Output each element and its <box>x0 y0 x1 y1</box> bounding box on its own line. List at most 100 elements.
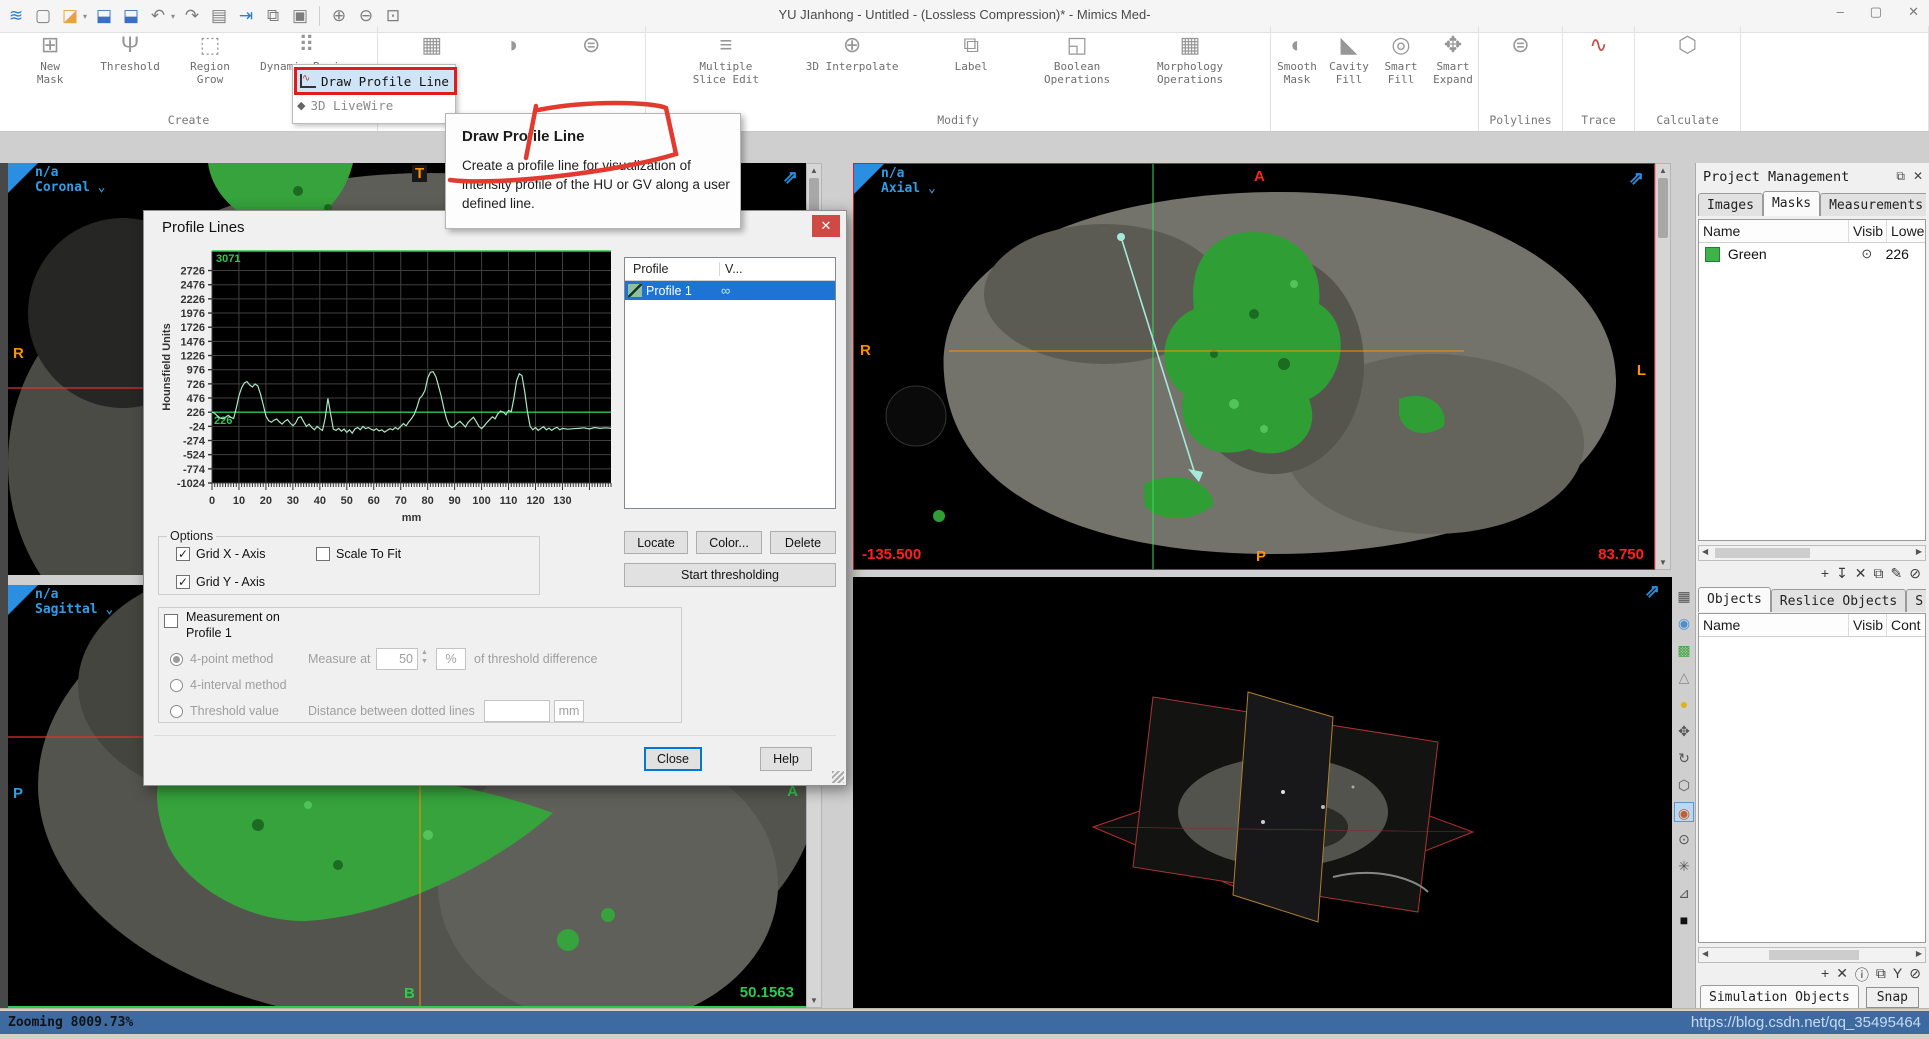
highlight-sphere-icon[interactable]: ● <box>1674 694 1694 714</box>
popout-view-icon[interactable]: ⇗ <box>1645 581 1660 602</box>
label-tool[interactable]: ⧉Label <box>945 30 997 73</box>
3d-interpolate[interactable]: ⊕3D Interpolate <box>806 30 899 73</box>
shaded-sphere-icon[interactable]: ◉ <box>1674 802 1694 822</box>
axial-scrollbar[interactable]: ▲ ▼ <box>1655 163 1671 570</box>
delete-object-icon[interactable]: ✕ <box>1836 965 1848 985</box>
calculate-3d[interactable]: ⬡ <box>1662 30 1714 60</box>
grid-x-checkbox[interactable]: ✓ <box>176 547 190 561</box>
dialog-close-button[interactable]: ✕ <box>812 215 840 237</box>
four-interval-radio[interactable] <box>170 679 183 692</box>
maximize-button[interactable]: ▢ <box>1870 4 1882 20</box>
pan-tool-icon[interactable]: ✥ <box>1674 721 1694 741</box>
snap-button[interactable]: Snap <box>1866 987 1919 1008</box>
locate-button[interactable]: Locate <box>624 531 688 554</box>
copy-icon[interactable]: ⧉ <box>263 6 283 26</box>
threshold-value-radio[interactable] <box>170 705 183 718</box>
tab-measurements[interactable]: Measurements <box>1820 193 1926 216</box>
scroll-right-icon[interactable]: ▶ <box>1916 547 1922 556</box>
polylines-tools[interactable]: ⊜ <box>1495 30 1547 60</box>
smooth-mask[interactable]: ◐Smooth Mask <box>1271 30 1323 86</box>
edit-mask-icon[interactable]: ✎ <box>1891 565 1903 582</box>
multi-edit[interactable]: ⊜ <box>565 30 617 60</box>
menu-item-draw-profile-line[interactable]: ∿ Draw Profile Line <box>294 67 457 95</box>
scrollbar-thumb[interactable] <box>1715 548 1810 558</box>
delete-button[interactable]: Delete <box>770 531 836 554</box>
dropdown-arrow-icon[interactable]: ▾ <box>83 12 87 21</box>
info-icon[interactable]: ⓘ <box>1855 965 1869 985</box>
coronal-view-label[interactable]: n/a Coronal ⌄ <box>35 166 105 196</box>
cavity-fill[interactable]: ◣Cavity Fill <box>1323 30 1375 86</box>
scrollbar-thumb[interactable] <box>1769 950 1859 960</box>
tab-s[interactable]: S <box>1906 589 1926 612</box>
tab-masks[interactable]: Masks <box>1763 191 1820 216</box>
multiple-slice-edit[interactable]: ≡Multiple Slice Edit <box>693 30 759 86</box>
popout-view-icon[interactable]: ⇗ <box>1629 168 1644 189</box>
paste-icon[interactable]: ▣ <box>290 6 310 26</box>
measure-value-input[interactable]: 50 <box>376 648 418 670</box>
clip-plane-icon[interactable]: △ <box>1674 667 1694 687</box>
float-panel-icon[interactable]: ⧉ <box>1896 169 1905 184</box>
help-button[interactable]: Help <box>760 747 812 771</box>
save-icon[interactable]: ⬓ <box>94 6 114 26</box>
axial-viewport[interactable]: n/a Axial ⌄ A R L P -135.500 83.750 ⇗ <box>853 163 1655 570</box>
duplicate-down-icon[interactable]: ↧ <box>1836 565 1848 582</box>
close-button[interactable]: ✕ <box>1908 4 1919 20</box>
three-d-viewport[interactable]: ⇗ <box>853 577 1672 1008</box>
color-button[interactable]: Color... <box>696 531 762 554</box>
scale-to-fit-checkbox[interactable] <box>316 547 330 561</box>
scroll-left-icon[interactable]: ◀ <box>1702 949 1708 958</box>
scroll-down-icon[interactable]: ▼ <box>807 996 821 1005</box>
objects-hscrollbar[interactable]: ◀ ▶ <box>1698 947 1926 963</box>
menu-item-3d-livewire[interactable]: ◆ 3D LiveWire <box>297 98 393 113</box>
resize-grip[interactable] <box>832 771 844 783</box>
four-point-radio[interactable] <box>170 653 183 666</box>
duplicate-object-icon[interactable]: ⧉ <box>1876 965 1886 985</box>
minimize-button[interactable]: – <box>1837 4 1844 20</box>
filter-icon[interactable]: Y <box>1893 965 1902 985</box>
scroll-up-icon[interactable]: ▲ <box>1656 166 1670 175</box>
open-file-icon[interactable]: ◪ <box>60 6 80 26</box>
popout-view-icon[interactable]: ⇗ <box>783 167 798 188</box>
boolean-operations[interactable]: ◱Boolean Operations <box>1044 30 1110 86</box>
spinner-arrows[interactable]: ▲▼ <box>418 648 431 666</box>
morphology-operations[interactable]: ▦Morphology Operations <box>1157 30 1223 86</box>
mask-color-swatch[interactable] <box>1705 247 1720 262</box>
visibility-eye-icon[interactable]: ⊙ <box>1848 246 1885 262</box>
scroll-left-icon[interactable]: ◀ <box>1702 547 1708 556</box>
add-mask-icon[interactable]: + <box>1821 565 1829 582</box>
add-object-icon[interactable]: + <box>1821 965 1829 985</box>
smart-expand[interactable]: ✥Smart Expand <box>1427 30 1479 86</box>
tab-images[interactable]: Images <box>1698 193 1763 216</box>
sagittal-view-label[interactable]: n/a Sagittal ⌄ <box>35 588 113 618</box>
tab-reslice-objects[interactable]: Reslice Objects <box>1771 589 1906 612</box>
undo-icon[interactable]: ↶ <box>148 6 168 26</box>
print-icon[interactable]: ▤ <box>209 6 229 26</box>
zoom-in-icon[interactable]: ⊕ <box>329 6 349 26</box>
cube-3d-icon[interactable]: ⬡ <box>1674 775 1694 795</box>
export-3matic-icon[interactable]: ⇥ <box>236 6 256 26</box>
smart-fill[interactable]: ◎Smart Fill <box>1375 30 1427 86</box>
contour-edit[interactable]: ◑ <box>486 30 538 60</box>
tab-objects[interactable]: Objects <box>1698 587 1771 612</box>
app-logo-icon[interactable]: ≋ <box>6 6 26 26</box>
zoom-out-icon[interactable]: ⊖ <box>356 6 376 26</box>
distance-input[interactable] <box>484 700 550 722</box>
close-button[interactable]: Close <box>644 747 702 771</box>
save-as-icon[interactable]: ⬓ <box>121 6 141 26</box>
scroll-up-icon[interactable]: ▲ <box>807 166 821 175</box>
mask-cube-icon[interactable]: ▩ <box>1674 640 1694 660</box>
layout-grid-icon[interactable]: ▦ <box>1674 586 1694 606</box>
redo-icon[interactable]: ↷ <box>182 6 202 26</box>
region-grow[interactable]: ⬚Region Grow <box>184 30 236 86</box>
close-panel-icon[interactable]: ✕ <box>1913 169 1923 184</box>
axes-tool-icon[interactable]: ✳ <box>1674 856 1694 876</box>
profile-list-row[interactable]: Profile 1 ∞ <box>625 281 835 300</box>
scrollbar-thumb[interactable] <box>1658 178 1668 238</box>
edit-masks[interactable]: ▦ <box>406 30 458 60</box>
properties-doc-icon[interactable]: ⧉ <box>1874 565 1884 582</box>
measure-tool-icon[interactable]: ⊿ <box>1674 883 1694 903</box>
trace[interactable]: ∿ <box>1573 30 1625 60</box>
scroll-down-icon[interactable]: ▼ <box>1656 558 1670 567</box>
masks-hscrollbar[interactable]: ◀ ▶ <box>1698 545 1926 561</box>
mask-row-green[interactable]: Green ⊙ 226 <box>1699 243 1925 265</box>
